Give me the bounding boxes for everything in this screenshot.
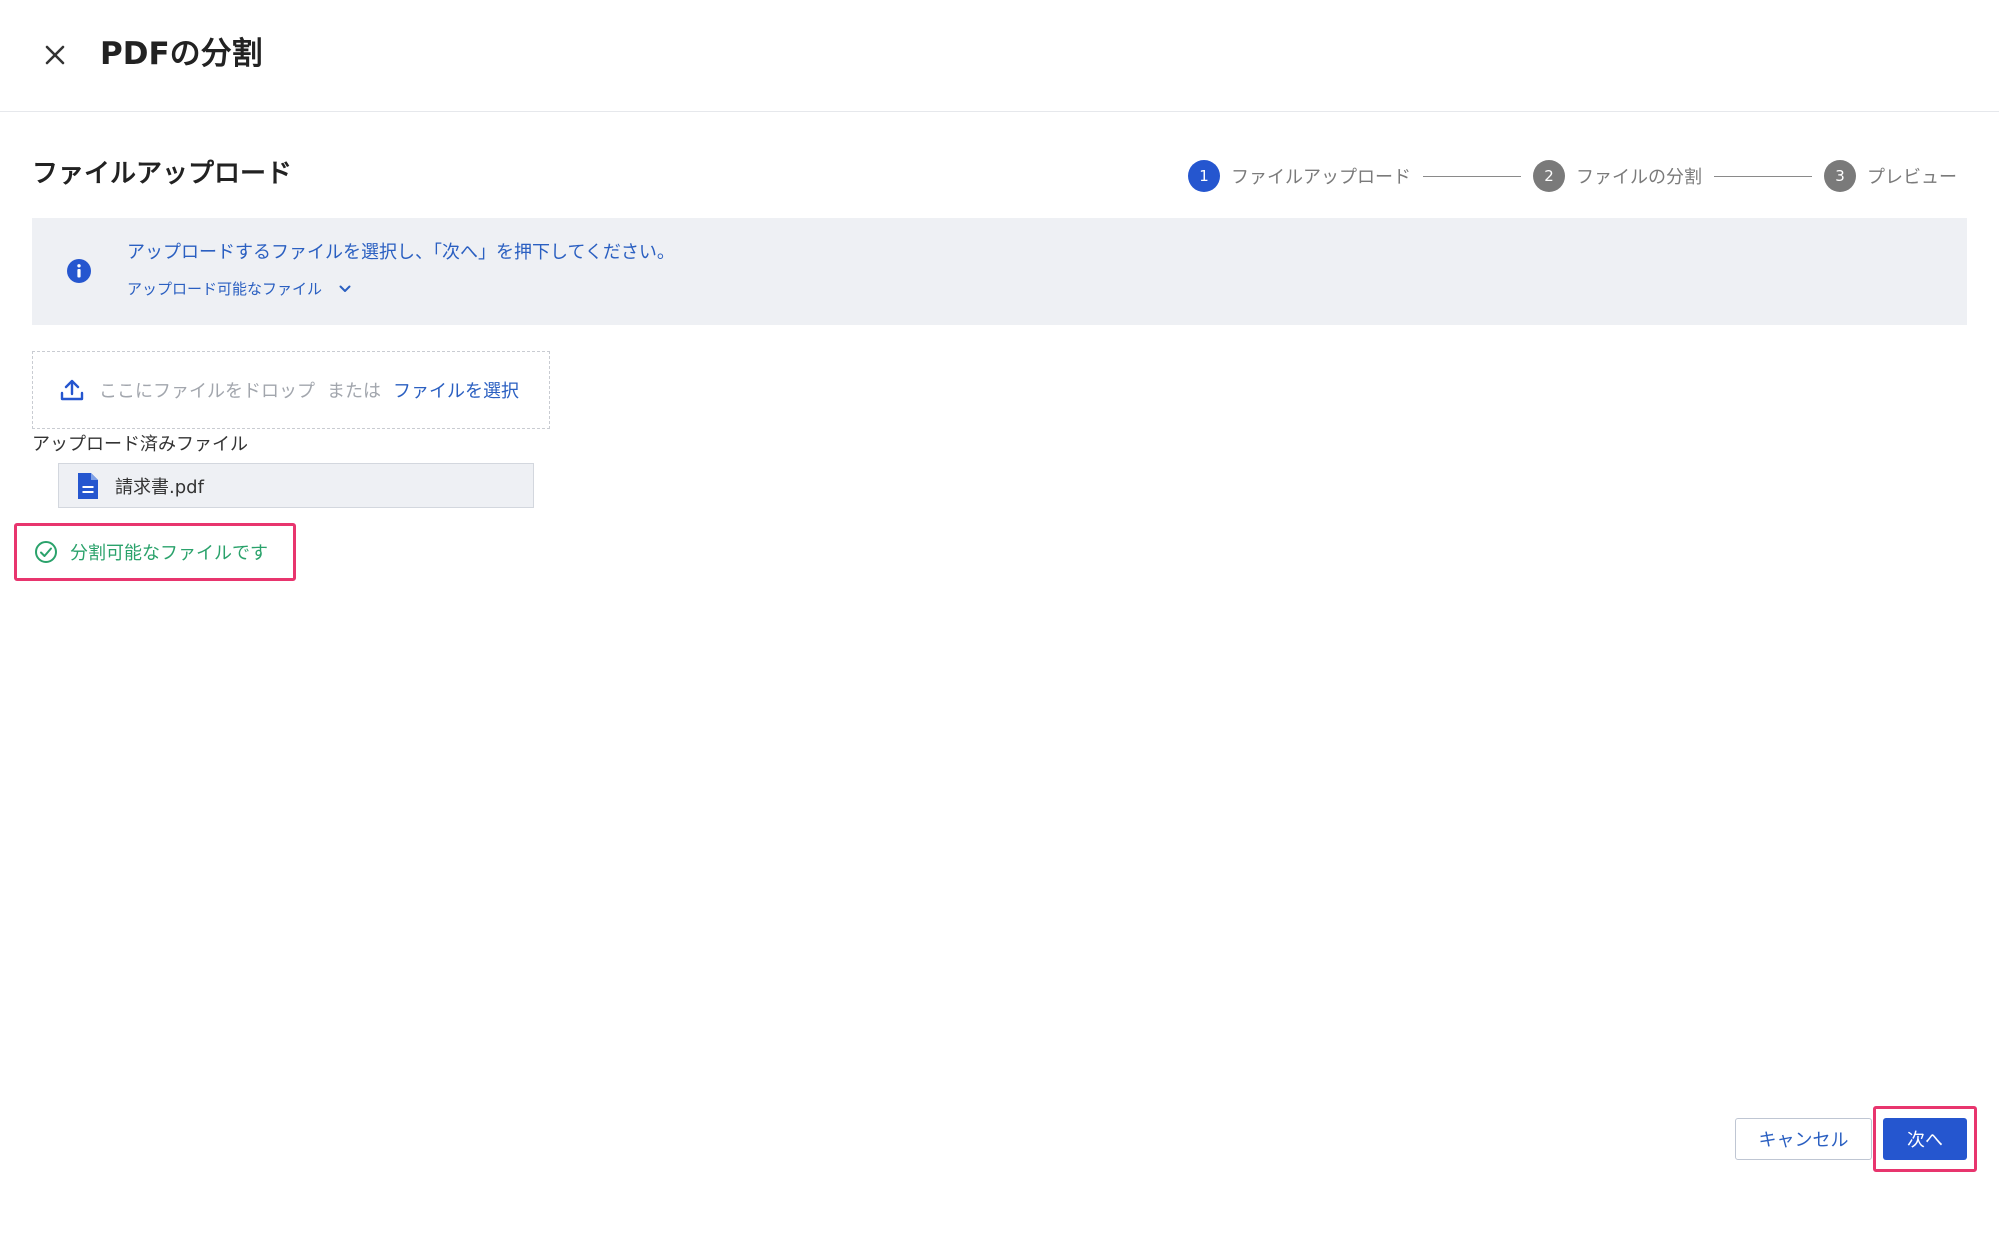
uploaded-files-label: アップロード済みファイル	[32, 434, 248, 455]
upload-icon	[60, 379, 84, 401]
status-message: 分割可能なファイルです	[14, 523, 296, 581]
document-icon	[78, 472, 98, 499]
stepper: 1 ファイルアップロード 2 ファイルの分割 3 プレビュー	[1188, 160, 1957, 192]
chevron-down-icon	[339, 285, 351, 292]
info-icon	[67, 259, 91, 283]
step-1-number: 1	[1188, 160, 1220, 192]
uploaded-file-item[interactable]: 請求書.pdf	[58, 463, 534, 508]
file-name: 請求書.pdf	[115, 476, 204, 498]
next-button[interactable]: 次へ	[1883, 1118, 1967, 1160]
check-circle-icon	[35, 541, 57, 563]
step-connector	[1423, 175, 1521, 177]
step-2: 2 ファイルの分割	[1533, 160, 1702, 192]
info-message: アップロードするファイルを選択し、「次へ」を押下してください。	[127, 242, 675, 263]
step-1: 1 ファイルアップロード	[1188, 160, 1411, 192]
step-3-label: プレビュー	[1867, 167, 1957, 188]
allowed-files-label: アップロード可能なファイル	[127, 280, 323, 298]
step-1-label: ファイルアップロード	[1231, 167, 1411, 188]
select-file-link[interactable]: ファイルを選択	[393, 377, 519, 403]
step-3-number: 3	[1824, 160, 1856, 192]
step-3: 3 プレビュー	[1824, 160, 1957, 192]
allowed-files-toggle[interactable]: アップロード可能なファイル	[127, 278, 352, 299]
dialog-title: PDFの分割	[100, 36, 263, 72]
section-title: ファイルアップロード	[32, 159, 293, 189]
close-icon[interactable]	[40, 40, 70, 70]
info-banner: アップロードするファイルを選択し、「次へ」を押下してください。 アップロード可能…	[32, 218, 1967, 325]
cancel-button[interactable]: キャンセル	[1735, 1118, 1872, 1160]
file-dropzone[interactable]: ここにファイルをドロップ または ファイルを選択	[32, 351, 550, 429]
step-2-number: 2	[1533, 160, 1565, 192]
dialog-header: PDFの分割	[0, 0, 1999, 112]
step-connector	[1714, 175, 1812, 177]
step-2-label: ファイルの分割	[1576, 167, 1702, 188]
dropzone-text: ここにファイルをドロップ	[99, 381, 315, 402]
dropzone-or: または	[327, 381, 381, 402]
status-text: 分割可能なファイルです	[70, 543, 268, 564]
